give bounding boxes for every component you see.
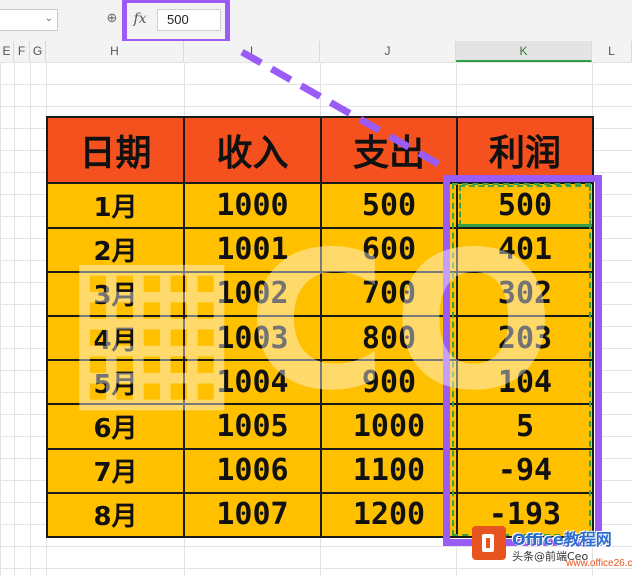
dashed-arrow-icon (240, 48, 444, 170)
